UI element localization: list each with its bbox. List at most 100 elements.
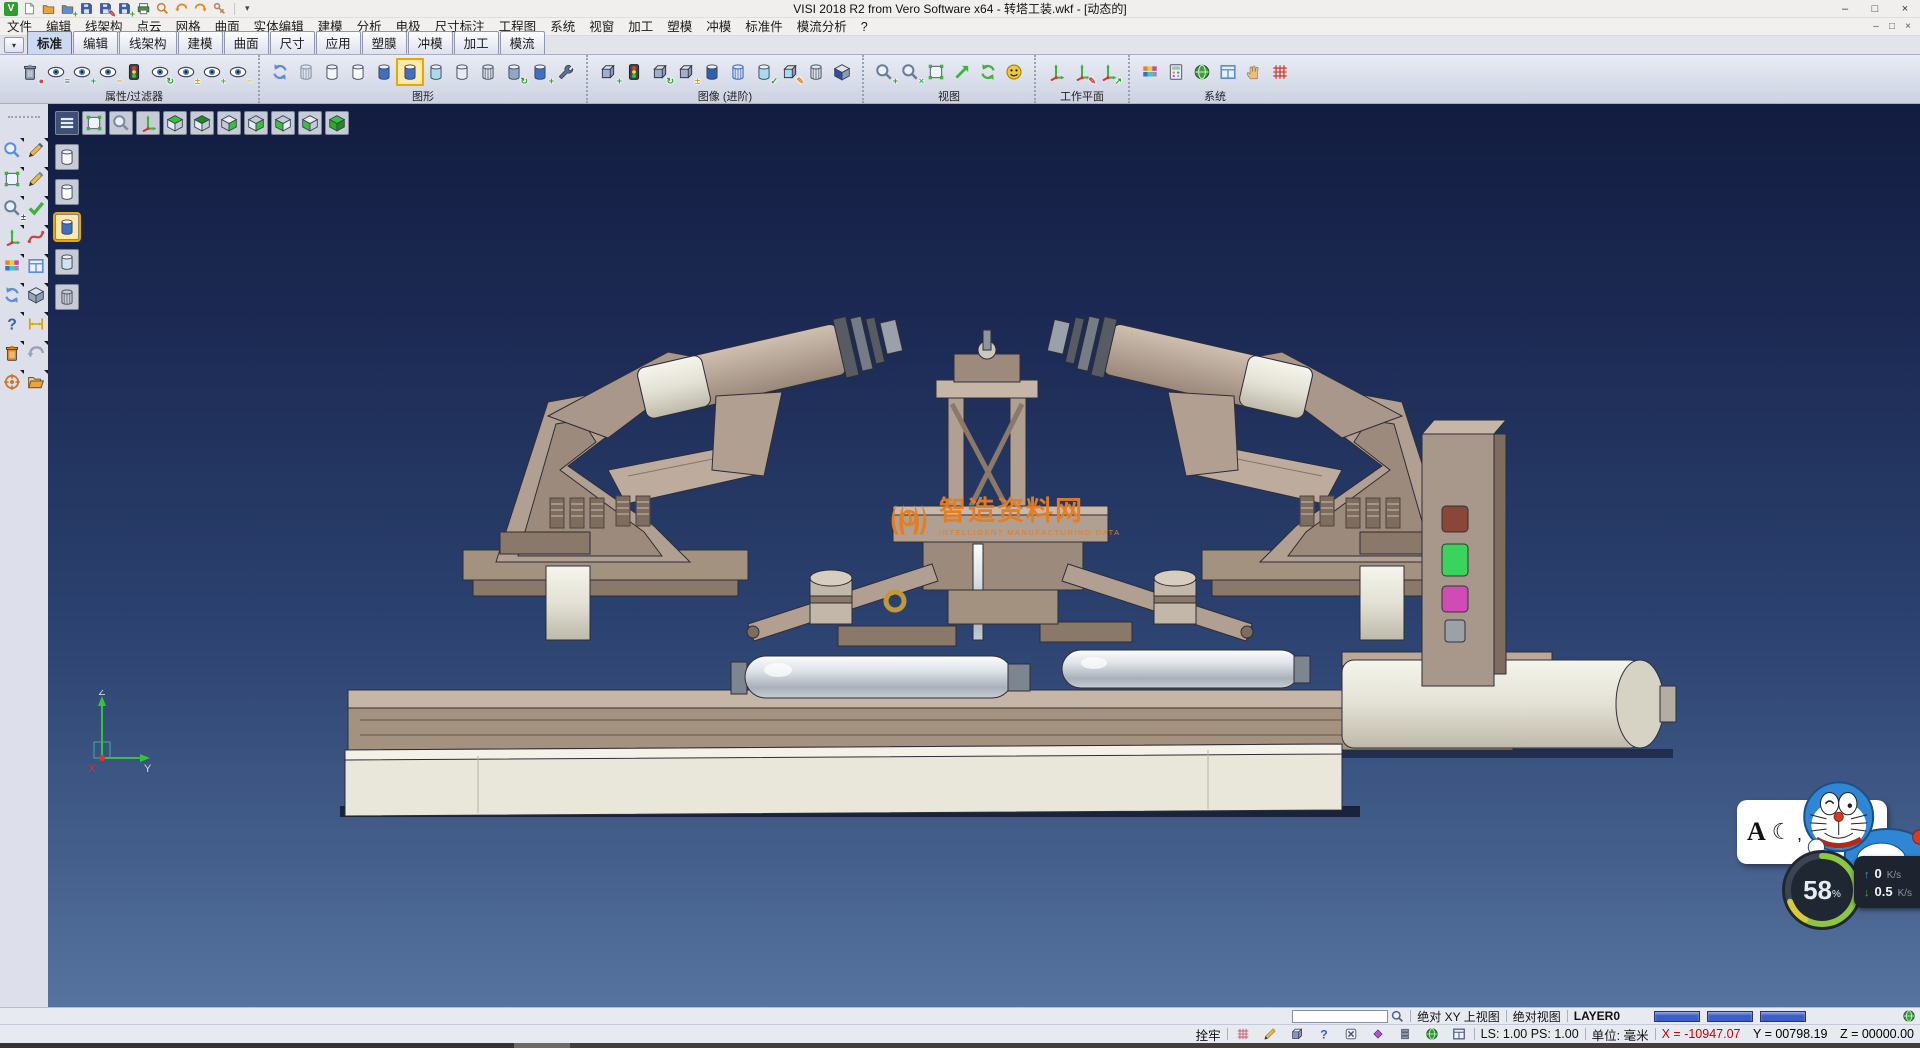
layer-filter-icon[interactable] <box>622 60 646 84</box>
help-tool-icon[interactable] <box>0 312 24 336</box>
transparent-view-icon[interactable] <box>424 60 448 84</box>
view-mode-label[interactable]: 绝对视图 <box>1513 1008 1561 1025</box>
delete-filter-icon[interactable]: ● <box>18 60 42 84</box>
view-iso-icon[interactable] <box>325 111 349 135</box>
invert-visibility-icon[interactable]: ± <box>174 60 198 84</box>
refresh-model-icon[interactable] <box>0 283 24 307</box>
grid-settings-icon[interactable] <box>1268 60 1292 84</box>
tab-7[interactable]: 塑膜 <box>362 31 407 54</box>
tab-8[interactable]: 冲模 <box>408 31 453 54</box>
selection-settings-icon[interactable] <box>1242 60 1266 84</box>
dynamic-view-icon[interactable] <box>1002 60 1026 84</box>
copy-graphics-icon[interactable]: + <box>528 60 552 84</box>
open-file-icon[interactable] <box>40 1 57 17</box>
pan-view-icon[interactable] <box>950 60 974 84</box>
refresh-visibility-icon[interactable]: ↻ <box>148 60 172 84</box>
tab-5[interactable]: 尺寸 <box>270 31 315 54</box>
tab-9[interactable]: 加工 <box>454 31 499 54</box>
delete-tool-icon[interactable] <box>0 341 24 365</box>
search-input[interactable] <box>1292 1010 1388 1023</box>
color-settings-icon[interactable] <box>1138 60 1162 84</box>
menu-item-18[interactable]: 模流分析 <box>790 18 854 36</box>
zoom-frame-icon[interactable] <box>82 111 106 135</box>
view-front-icon[interactable] <box>298 111 322 135</box>
preview-icon[interactable] <box>154 1 171 17</box>
spline-tool-icon[interactable] <box>24 225 48 249</box>
undo-icon[interactable] <box>173 1 190 17</box>
flat-view-icon[interactable] <box>450 60 474 84</box>
mode-mesh-icon[interactable] <box>55 284 79 310</box>
new-file-icon[interactable] <box>21 1 38 17</box>
menu-item-19[interactable]: ? <box>854 18 875 36</box>
layer-wire-icon[interactable] <box>804 60 828 84</box>
snap-help-icon[interactable] <box>1315 1026 1333 1043</box>
minimize-button[interactable]: – <box>1830 0 1860 17</box>
undo-tool-icon[interactable] <box>24 341 48 365</box>
redo-icon[interactable] <box>192 1 209 17</box>
zoom-adjust-icon[interactable]: ± <box>0 196 24 220</box>
snap-stack-icon[interactable] <box>1396 1026 1414 1043</box>
lock-label[interactable]: 拴牢 <box>1196 1025 1221 1044</box>
globe-icon[interactable] <box>1902 1009 1916 1023</box>
mode-shaded-icon[interactable] <box>55 214 79 240</box>
layer-validate-icon[interactable]: ✓ <box>752 60 776 84</box>
measure-tool-icon[interactable] <box>24 312 48 336</box>
recycle-graphics-icon[interactable]: ↻ <box>502 60 526 84</box>
visibility-list-icon[interactable]: ≡ <box>44 60 68 84</box>
layer-refresh-icon[interactable]: ↻ <box>648 60 672 84</box>
menu-item-12[interactable]: 系统 <box>543 18 582 36</box>
qat-dropdown-icon[interactable]: ▾ <box>241 3 254 14</box>
layer-add-icon[interactable]: + <box>596 60 620 84</box>
snap-grid-icon[interactable] <box>1234 1026 1252 1043</box>
view-back-icon[interactable] <box>217 111 241 135</box>
mdi-minimize-button[interactable]: – <box>1868 21 1884 32</box>
tab-10[interactable]: 模流 <box>500 31 545 54</box>
layer-sheet-icon[interactable]: ✎ <box>778 60 802 84</box>
show-all-icon[interactable]: + <box>200 60 224 84</box>
selection-frame-icon[interactable] <box>0 167 24 191</box>
view-menu-icon[interactable] <box>55 111 79 135</box>
menu-item-16[interactable]: 冲模 <box>699 18 738 36</box>
snap-point-icon[interactable] <box>1369 1026 1387 1043</box>
curve-edit-icon[interactable] <box>24 167 48 191</box>
menu-item-14[interactable]: 加工 <box>621 18 660 36</box>
workplane-triad-icon[interactable] <box>0 225 24 249</box>
tab-1[interactable]: 编辑 <box>73 31 118 54</box>
snap-window-icon[interactable] <box>1450 1026 1468 1043</box>
isometric-axis-icon[interactable] <box>136 111 160 135</box>
view-top-icon[interactable] <box>163 111 187 135</box>
snap-box-icon[interactable] <box>1288 1026 1306 1043</box>
layer-shaded-icon[interactable] <box>700 60 724 84</box>
save-as-icon[interactable]: ✎ <box>97 1 114 17</box>
system-config-icon[interactable] <box>1190 60 1214 84</box>
save-icon[interactable] <box>78 1 95 17</box>
snap-cross-icon[interactable] <box>1342 1026 1360 1043</box>
wireframe-view-icon[interactable] <box>294 60 318 84</box>
snap-rotate-icon[interactable] <box>1423 1026 1441 1043</box>
display-settings-icon[interactable] <box>1164 60 1188 84</box>
open-model-icon[interactable]: + <box>59 1 76 17</box>
menu-item-17[interactable]: 标准件 <box>738 18 790 36</box>
mode-transparent-icon[interactable] <box>55 249 79 275</box>
cpu-gauge-widget[interactable]: 58 % <box>1780 848 1864 932</box>
workplane-icon[interactable] <box>1044 60 1068 84</box>
menu-item-15[interactable]: 塑模 <box>660 18 699 36</box>
menu-item-13[interactable]: 视窗 <box>582 18 621 36</box>
network-speed-widget[interactable]: ↑ 0 K/s ↓ 0.5 K/s <box>1854 856 1920 908</box>
zoom-in-icon[interactable]: + <box>872 60 896 84</box>
open-folder-icon[interactable] <box>24 370 48 394</box>
zoom-fit-icon[interactable]: × <box>898 60 922 84</box>
sketch-edit-icon[interactable] <box>24 138 48 162</box>
close-button[interactable]: × <box>1890 0 1920 17</box>
customize-icon[interactable] <box>211 1 228 17</box>
hide-entities-icon[interactable]: − <box>96 60 120 84</box>
tab-2[interactable]: 线架构 <box>119 31 177 54</box>
mesh-view-icon[interactable] <box>476 60 500 84</box>
tab-dropdown-button[interactable]: ▾ <box>4 37 24 53</box>
dashed-hidden-view-icon[interactable] <box>346 60 370 84</box>
mdi-close-button[interactable]: × <box>1900 21 1916 32</box>
search-icon[interactable] <box>1391 1010 1404 1023</box>
viewport-3d[interactable]: Z Y X 智造资料网 INTELLI <box>48 104 1920 1007</box>
shaded-edges-view-icon[interactable] <box>398 60 422 84</box>
zoom-window-icon[interactable] <box>924 60 948 84</box>
